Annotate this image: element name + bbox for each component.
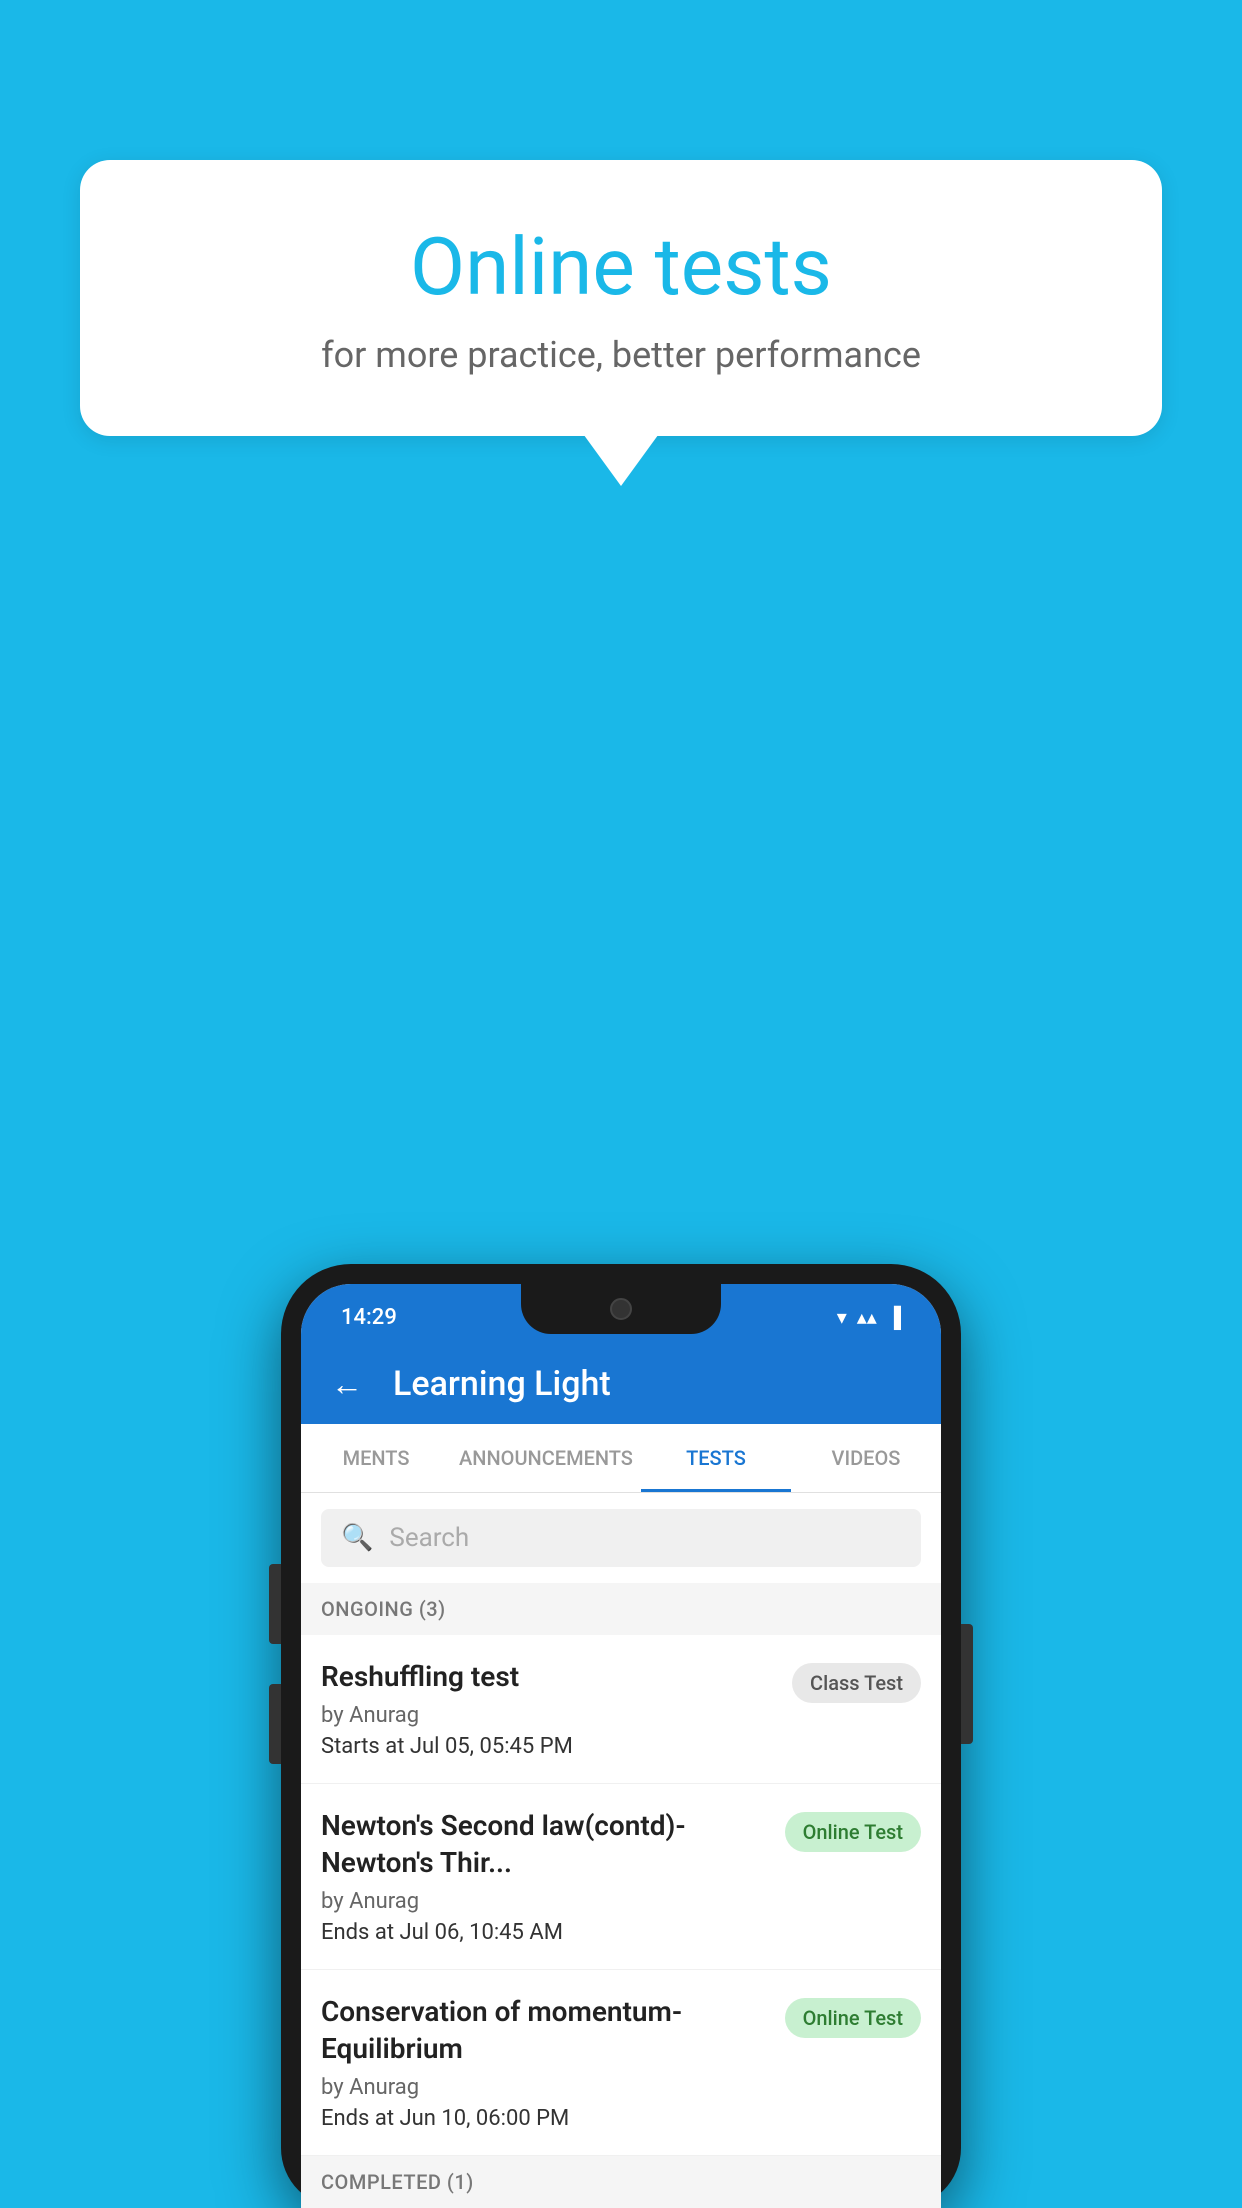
tabs-bar: MENTS ANNOUNCEMENTS TESTS VIDEOS [301,1424,941,1493]
search-bar[interactable]: 🔍 Search [321,1509,921,1567]
phone-frame: 14:29 ▾ ▴▴ ▐ ← Learning Light MENTS ANNO… [281,1264,961,2208]
tab-videos[interactable]: VIDEOS [791,1424,941,1492]
status-time: 14:29 [341,1305,397,1330]
test-author: by Anurag [321,1889,769,1914]
power-button [961,1624,973,1744]
phone-notch [521,1284,721,1334]
tab-tests[interactable]: TESTS [641,1424,791,1492]
status-icons: ▾ ▴▴ ▐ [837,1305,901,1330]
class-test-badge: Class Test [792,1663,921,1703]
test-time: Ends at Jul 06, 10:45 AM [321,1920,769,1945]
test-item[interactable]: Conservation of momentum-Equilibrium by … [301,1970,941,2156]
test-info: Newton's Second law(contd)-Newton's Thir… [321,1808,785,1945]
back-button[interactable]: ← [331,1365,363,1403]
tab-assignments[interactable]: MENTS [301,1424,451,1492]
test-title: Reshuffling test [321,1659,776,1695]
test-time: Starts at Jul 05, 05:45 PM [321,1734,776,1759]
search-icon: 🔍 [341,1523,373,1553]
test-item[interactable]: Newton's Second law(contd)-Newton's Thir… [301,1784,941,1970]
camera [610,1298,632,1320]
online-test-badge-2: Online Test [785,1998,921,2038]
test-author: by Anurag [321,2075,769,2100]
volume-up-button [269,1564,281,1644]
test-title: Conservation of momentum-Equilibrium [321,1994,769,2067]
test-item[interactable]: Reshuffling test by Anurag Starts at Jul… [301,1635,941,1784]
tab-announcements[interactable]: ANNOUNCEMENTS [451,1424,641,1492]
promo-title: Online tests [160,220,1082,314]
wifi-icon: ▾ [837,1305,847,1329]
test-time: Ends at Jun 10, 06:00 PM [321,2106,769,2131]
online-test-badge: Online Test [785,1812,921,1852]
promo-section: Online tests for more practice, better p… [80,160,1162,436]
promo-subtitle: for more practice, better performance [160,334,1082,376]
phone-mockup: 14:29 ▾ ▴▴ ▐ ← Learning Light MENTS ANNO… [281,1264,961,2208]
test-title: Newton's Second law(contd)-Newton's Thir… [321,1808,769,1881]
test-info: Reshuffling test by Anurag Starts at Jul… [321,1659,792,1759]
volume-down-button [269,1684,281,1764]
test-info: Conservation of momentum-Equilibrium by … [321,1994,785,2131]
search-placeholder: Search [389,1523,469,1553]
app-bar: ← Learning Light [301,1344,941,1424]
completed-section-header: COMPLETED (1) [301,2156,941,2208]
test-author: by Anurag [321,1703,776,1728]
signal-icon: ▴▴ [857,1305,877,1329]
search-container: 🔍 Search [301,1493,941,1583]
speech-bubble: Online tests for more practice, better p… [80,160,1162,436]
ongoing-section-header: ONGOING (3) [301,1583,941,1635]
phone-screen: 14:29 ▾ ▴▴ ▐ ← Learning Light MENTS ANNO… [301,1284,941,2208]
battery-icon: ▐ [887,1305,901,1330]
app-bar-title: Learning Light [393,1364,611,1404]
